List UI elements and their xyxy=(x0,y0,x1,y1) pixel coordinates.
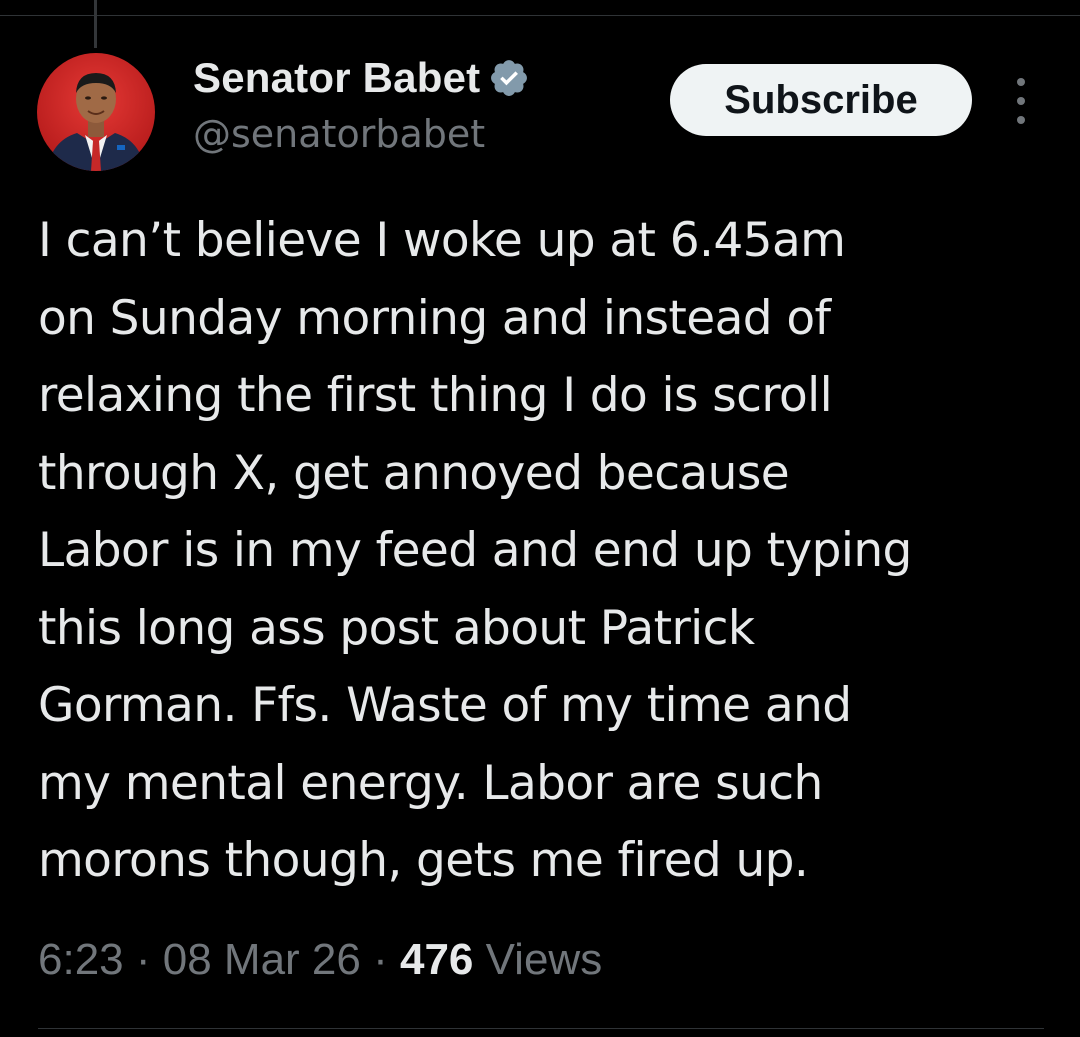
subscribe-button[interactable]: Subscribe xyxy=(670,64,972,136)
views-count: 476 xyxy=(399,935,474,984)
author-handle[interactable]: @senatorbabet xyxy=(193,112,485,156)
author-display-name[interactable]: Senator Babet xyxy=(193,54,480,102)
verified-badge-icon[interactable] xyxy=(488,57,530,99)
post-text-line: my mental energy. Labor are such xyxy=(38,755,823,811)
meta-separator: · xyxy=(360,935,400,984)
more-options-icon[interactable] xyxy=(1006,78,1036,124)
post-text-line: relaxing the first thing I do is scroll xyxy=(38,368,833,423)
more-dot xyxy=(1017,78,1025,86)
top-divider xyxy=(0,15,1080,16)
post-date[interactable]: 08 Mar 26 xyxy=(163,935,361,984)
post-text: I can’t believe I woke up at 6.45am on S… xyxy=(38,202,1068,900)
profile-photo xyxy=(37,53,155,171)
more-dot xyxy=(1017,116,1025,124)
post-text-line: this long ass post about Patrick xyxy=(38,600,755,656)
author-name-row: Senator Babet xyxy=(193,52,530,104)
author-avatar[interactable] xyxy=(37,53,155,171)
more-dot xyxy=(1017,97,1025,105)
bottom-divider xyxy=(38,1028,1044,1029)
meta-separator: · xyxy=(123,935,163,984)
post-text-line: I can’t believe I woke up at 6.45am xyxy=(38,213,846,268)
post-time[interactable]: 6:23 xyxy=(38,935,124,984)
post-text-line: Gorman. Ffs. Waste of my time and xyxy=(38,678,852,733)
post-text-line: on Sunday morning and instead of xyxy=(38,290,831,346)
post-text-line: through X, get annoyed because xyxy=(38,445,790,501)
post-text-line: Labor is in my feed and end up typing xyxy=(38,523,912,578)
views-label: Views xyxy=(473,935,603,984)
post-metadata: 6:23 · 08 Mar 26 · 476 Views xyxy=(38,935,602,985)
thread-connector-line xyxy=(94,0,97,48)
post-text-line: morons though, gets me fired up. xyxy=(38,833,809,888)
